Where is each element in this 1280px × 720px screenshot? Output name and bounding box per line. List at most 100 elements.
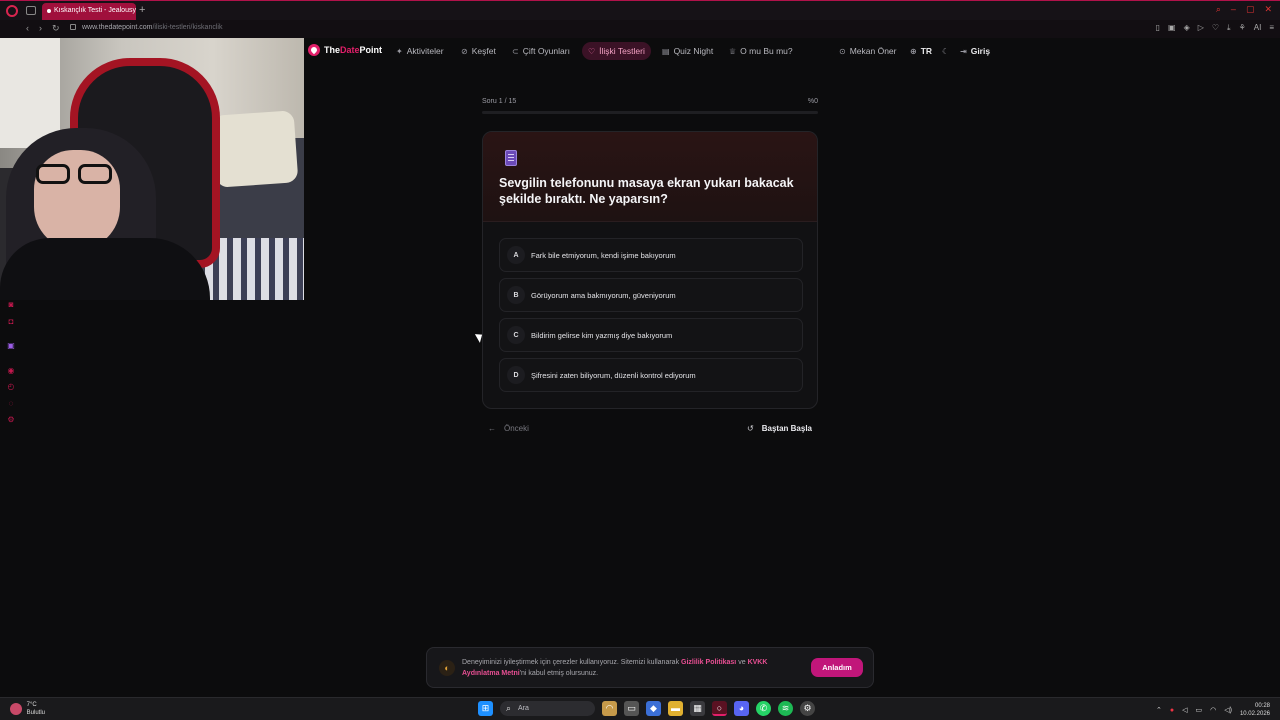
nav-activities[interactable]: ✦ Aktiviteler (390, 42, 450, 60)
url-field[interactable]: www.thedatepoint.com/iliski-testleri/kis… (70, 24, 222, 31)
option-text: Şifresini zaten biliyorum, düzenli kontr… (531, 370, 696, 380)
discord-icon[interactable]: ◕ (734, 701, 749, 716)
close-window-button[interactable]: ✕ (1264, 4, 1272, 15)
quiz-progress-header: Soru 1 / 15 %0 (482, 98, 818, 105)
cookie-icon: ◐ (439, 660, 455, 676)
settings-icon[interactable]: ⚙ (6, 415, 16, 425)
webcam-person-glasses (36, 164, 114, 186)
microphone-icon[interactable]: ● (1170, 707, 1174, 714)
chevron-up-icon[interactable]: ⌃ (1156, 706, 1162, 714)
cookie-banner: ◐ Deneyiminizi iyileştirmek için çerezle… (426, 647, 874, 688)
instagram-icon[interactable]: ◘ (6, 317, 16, 327)
monitor-icon[interactable]: ▭ (1196, 706, 1203, 714)
answer-option-d[interactable]: D Şifresini zaten biliyorum, düzenli kon… (499, 358, 803, 392)
temperature: 7°C (26, 702, 37, 708)
clock-date: 10.02.2026 (1239, 711, 1270, 717)
nav-couple-games[interactable]: ⊂ Çift Oyunları (506, 42, 576, 60)
windows-taskbar: 7°C Bulutlu ⊞ Ara ◠ ▭ ◆ ▬ ▦ ○ ◕ ✆ ≋ ⚙ ⌃ ●… (0, 697, 1280, 720)
tab-favicon-icon (47, 9, 51, 13)
whatsapp-icon[interactable]: ✆ (756, 701, 771, 716)
search-tabs-icon[interactable]: ⌕ (1216, 4, 1221, 15)
opera-taskbar-icon[interactable]: ○ (712, 701, 727, 716)
heart-icon: ♡ (588, 46, 596, 56)
spotify-icon[interactable]: ≋ (778, 701, 793, 716)
twitch-icon[interactable]: ▣ (6, 341, 16, 351)
steam-icon[interactable]: ⚙ (800, 701, 815, 716)
weather-icon (10, 703, 22, 715)
answer-option-c[interactable]: C Bildirim gelirse kim yazmış diye bakıy… (499, 318, 803, 352)
nav-explore[interactable]: ⊘ Keşfet (455, 42, 502, 60)
taskbar-search[interactable]: Ara (500, 701, 595, 716)
privacy-policy-link[interactable]: Gizlilik Politikası (681, 659, 736, 666)
restart-icon: ↺ (747, 424, 754, 433)
new-tab-button[interactable]: + (139, 4, 145, 16)
nav-relationship-tests[interactable]: ♡ İlişki Testleri (582, 42, 651, 60)
compass-icon: ⊘ (461, 46, 468, 56)
nav-who-is-it[interactable]: ♕ O mu Bu mu? (723, 42, 799, 60)
wifi-icon[interactable]: ◠ (1210, 706, 1216, 714)
answer-option-a[interactable]: A Fark bile etmiyorum, kendi işime bakıy… (499, 238, 803, 272)
nav-login-label: Giriş (970, 46, 991, 56)
back-arrow-icon[interactable]: ‹ (26, 23, 29, 34)
phone-icon (505, 150, 517, 166)
nav-login[interactable]: ⇥ Giriş (954, 42, 996, 60)
menu-icon[interactable]: ≡ (1269, 23, 1274, 33)
answer-options: A Fark bile etmiyorum, kendi işime bakıy… (499, 238, 803, 398)
store-icon[interactable]: ▦ (690, 701, 705, 716)
speaker-icon[interactable]: ◁ (1182, 706, 1187, 714)
previous-button[interactable]: ← Önceki (488, 424, 529, 433)
minimize-button[interactable]: – (1231, 4, 1236, 15)
nav-couple-games-label: Çift Oyunları (522, 46, 570, 56)
history-icon[interactable]: ◴ (6, 382, 16, 392)
sparkle-icon: ✦ (396, 46, 403, 56)
site-logo[interactable]: TheDatePoint (308, 44, 382, 56)
nav-who-is-it-label: O mu Bu mu? (740, 46, 793, 56)
webcam-person-shirt (0, 238, 210, 300)
brand-text-point: Point (359, 45, 383, 55)
weather-widget[interactable]: 7°C Bulutlu (10, 701, 45, 717)
task-view-icon[interactable]: ▭ (624, 701, 639, 716)
player-sidebar-icon[interactable]: ◉ (6, 366, 16, 376)
option-text: Fark bile etmiyorum, kendi işime bakıyor… (531, 250, 676, 260)
progress-percent: %0 (807, 98, 818, 105)
system-tray: ⌃ ● ◁ ▭ ◠ ◁) 00:28 10.02.2026 (1156, 702, 1270, 718)
language-switch[interactable]: ⊕ TR (904, 42, 938, 60)
extensions-icon[interactable]: ⚘ (1239, 23, 1246, 33)
messenger-icon[interactable]: ◙ (6, 300, 16, 310)
forward-arrow-icon[interactable]: › (39, 23, 42, 34)
restart-button[interactable]: ↺ Baştan Başla (747, 424, 812, 433)
cookie-text-and: ve (736, 659, 748, 666)
nav-quiz-night[interactable]: ▤ Quiz Night (656, 42, 719, 60)
nav-activities-label: Aktiviteler (406, 46, 444, 56)
workspace-icon[interactable] (26, 6, 36, 15)
address-bar-row: ‹ › ↻ www.thedatepoint.com/iliski-testle… (0, 20, 1280, 38)
chat-icon[interactable]: ◌ (6, 399, 16, 409)
copilot-icon[interactable]: ◆ (646, 701, 661, 716)
lock-icon (70, 24, 76, 31)
nav-suggest-place[interactable]: ⊙ Mekan Öner (833, 42, 902, 60)
download-icon[interactable]: ⤓ (1227, 23, 1231, 33)
bookmark-icon[interactable]: ▯ (1156, 23, 1160, 33)
clock[interactable]: 00:28 10.02.2026 (1240, 702, 1270, 718)
volume-icon[interactable]: ◁) (1224, 706, 1232, 714)
opera-logo-icon[interactable] (6, 5, 18, 17)
search-highlight-icon[interactable]: ◠ (602, 701, 617, 716)
windows-start-icon[interactable]: ⊞ (478, 701, 493, 716)
reload-icon[interactable]: ↻ (52, 23, 60, 34)
snapshot-icon[interactable]: ▣ (1168, 23, 1176, 33)
accept-cookies-button[interactable]: Anladım (811, 658, 863, 677)
restart-label: Baştan Başla (761, 424, 812, 433)
option-text: Görüyorum ama bakmıyorum, güveniyorum (531, 290, 676, 300)
heart-icon[interactable]: ♡ (1212, 23, 1219, 33)
player-icon[interactable]: ▷ (1198, 23, 1204, 33)
question-counter: Soru 1 / 15 (482, 98, 517, 105)
answer-option-b[interactable]: B Görüyorum ama bakmıyorum, güveniyorum (499, 278, 803, 312)
vpn-icon[interactable]: ◈ (1184, 23, 1190, 33)
browser-tab-active[interactable]: Kıskançlık Testi - Jealousy (42, 3, 136, 20)
option-text: Bildirim gelirse kim yazmış diye bakıyor… (531, 330, 673, 340)
file-explorer-icon[interactable]: ▬ (668, 701, 683, 716)
ai-button[interactable]: AI (1254, 23, 1262, 33)
question-card: Sevgilin telefonunu masaya ekran yukarı … (482, 131, 818, 409)
theme-toggle[interactable]: ☾ (936, 42, 955, 60)
maximize-button[interactable]: ▢ (1246, 4, 1255, 15)
